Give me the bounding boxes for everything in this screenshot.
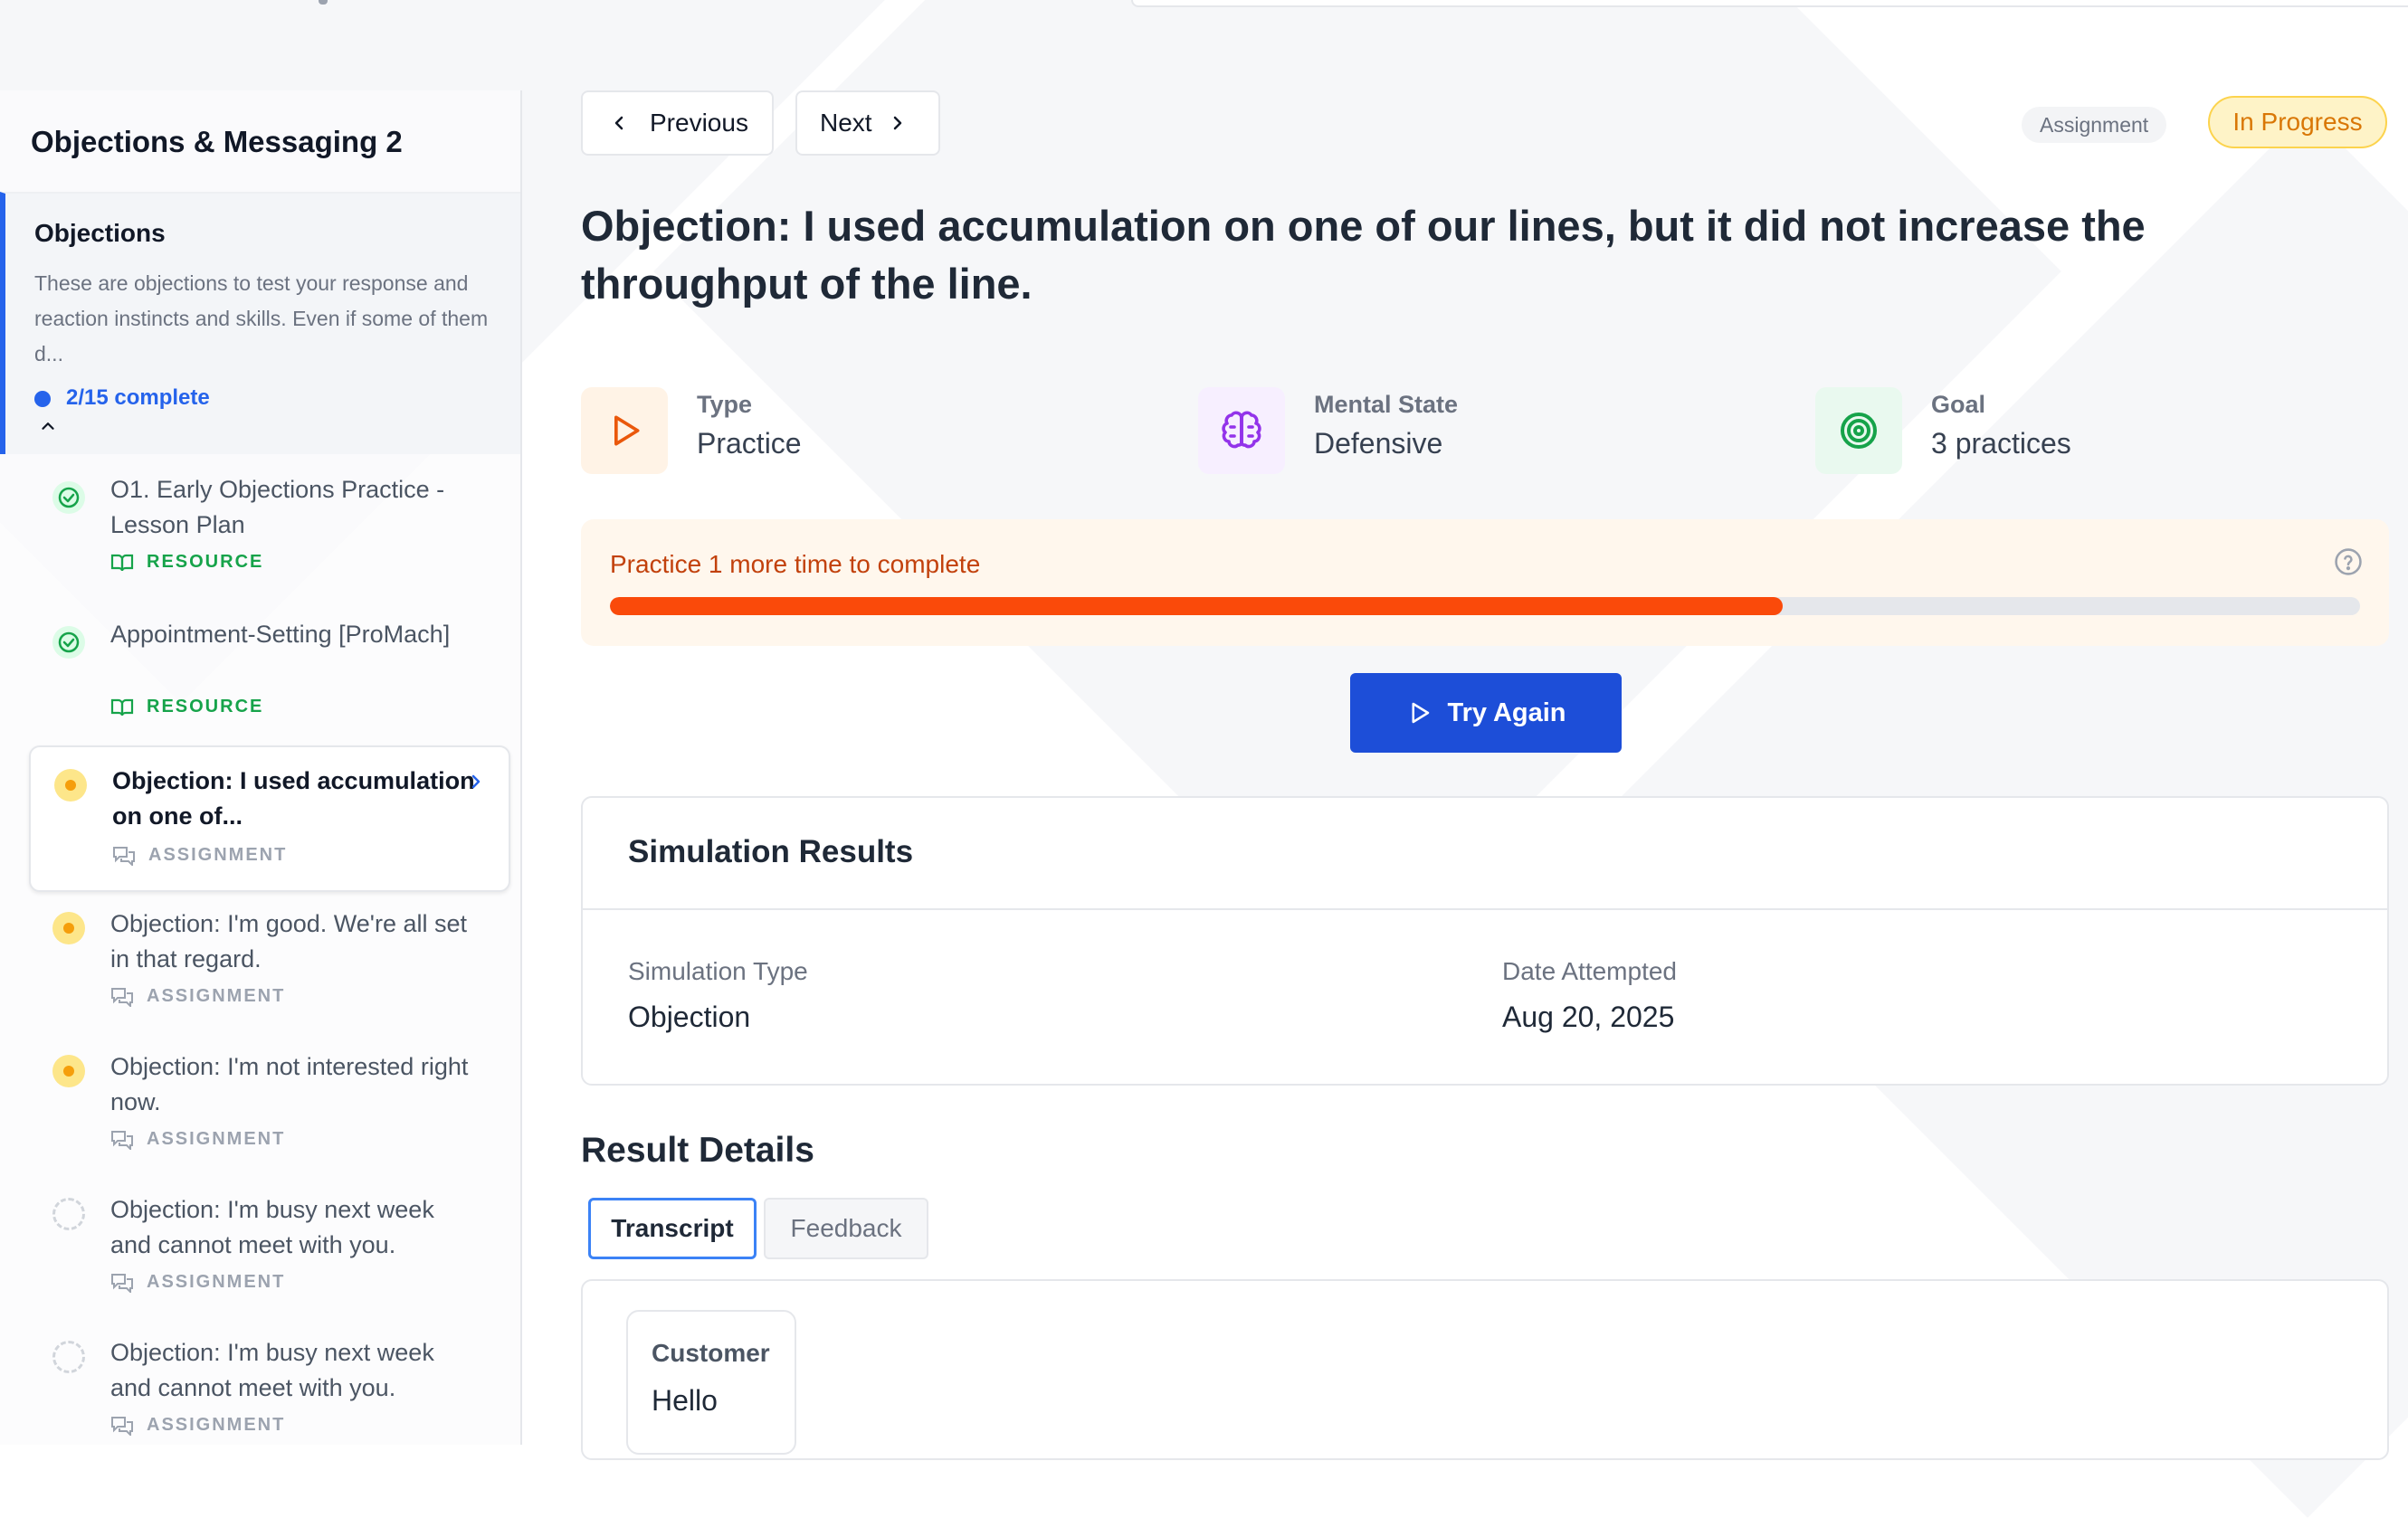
play-icon <box>1412 702 1430 724</box>
simulation-type-label: Simulation Type <box>628 957 808 985</box>
previous-label: Previous <box>650 109 748 137</box>
sidebar-item-label: O1. Early Objections Practice - Lesson P… <box>110 476 445 538</box>
progress-message: Practice 1 more time to complete <box>610 550 981 578</box>
next-button[interactable]: Next <box>795 90 940 156</box>
tag-label: ASSIGNMENT <box>147 1129 286 1149</box>
in-progress-status-icon <box>52 912 85 944</box>
brain-icon <box>1198 387 1285 474</box>
sidebar: Objections & Messaging 2 Objections Thes… <box>0 90 522 1445</box>
sidebar-item-busy-next-week-2[interactable]: Objection: I'm busy next week and cannot… <box>29 1335 507 1444</box>
book-open-icon <box>110 554 134 571</box>
sidebar-item-lesson-plan[interactable]: O1. Early Objections Practice - Lesson P… <box>29 472 507 599</box>
practice-progress-card: Practice 1 more time to complete <box>581 519 2389 646</box>
check-circle-icon <box>52 626 85 659</box>
next-label: Next <box>820 109 872 137</box>
tab-transcript[interactable]: Transcript <box>588 1198 757 1259</box>
section-title: Objections <box>34 219 166 247</box>
in-progress-status-icon <box>52 1055 85 1087</box>
tab-feedback[interactable]: Feedback <box>764 1198 928 1259</box>
sidebar-item-appointment-setting[interactable]: Appointment-Setting [ProMach] RESOURCE <box>29 617 507 744</box>
section-description: These are objections to test your respon… <box>34 271 489 365</box>
sidebar-item-tag: RESOURCE <box>110 697 263 717</box>
main-content: Previous Next Assignment In Progress Obj… <box>581 90 2391 1460</box>
sidebar-item-tag: ASSIGNMENT <box>110 1129 285 1150</box>
in-progress-status-icon <box>54 769 87 802</box>
top-bar-mark <box>319 0 328 5</box>
target-icon <box>1815 387 1902 474</box>
simulation-type-value: Objection <box>628 1001 751 1033</box>
meta-mental-state-label: Mental State <box>1314 391 1459 418</box>
chat-icon <box>113 846 135 866</box>
sidebar-item-busy-next-week[interactable]: Objection: I'm busy next week and cannot… <box>29 1192 507 1319</box>
sidebar-item-not-interested[interactable]: Objection: I'm not interested right now.… <box>29 1049 507 1176</box>
chat-icon <box>111 987 133 1007</box>
sidebar-item-label: Objection: I'm good. We're all set in th… <box>110 910 467 972</box>
meta-goal-value: 3 practices <box>1931 427 2071 460</box>
message-text: Hello <box>652 1384 718 1417</box>
tag-label: ASSIGNMENT <box>147 1272 286 1292</box>
section-progress: 2/15 complete <box>66 385 210 410</box>
progress-bar <box>610 597 2360 615</box>
sidebar-item-label: Objection: I'm busy next week and cannot… <box>110 1339 434 1401</box>
sidebar-item-label: Objection: I'm busy next week and cannot… <box>110 1196 434 1258</box>
simulation-results-card: Simulation Results Simulation Type Objec… <box>581 796 2389 1086</box>
meta-type: Type Practice <box>581 387 1124 474</box>
tag-label: RESOURCE <box>147 552 264 572</box>
meta-goal: Goal 3 practices <box>1815 387 2358 474</box>
tag-label: ASSIGNMENT <box>147 1415 286 1435</box>
sidebar-item-label: Objection: I used accumulation on one of… <box>112 767 475 830</box>
chevron-right-icon <box>471 774 481 789</box>
transcript-panel: Customer Hello <box>581 1279 2389 1460</box>
sidebar-item-label: Objection: I'm not interested right now. <box>110 1053 469 1115</box>
simulation-results-title: Simulation Results <box>628 834 914 869</box>
sidebar-item-label: Appointment-Setting [ProMach] <box>110 621 451 648</box>
meta-mental-state: Mental State Defensive <box>1198 387 1741 474</box>
chevron-up-icon[interactable] <box>38 416 58 436</box>
course-title: Objections & Messaging 2 <box>31 125 403 158</box>
try-again-label: Try Again <box>1447 697 1566 727</box>
chat-icon <box>111 1416 133 1436</box>
chevron-right-icon <box>893 116 901 130</box>
section-objections[interactable]: Objections These are objections to test … <box>0 192 520 454</box>
tag-label: RESOURCE <box>147 697 264 716</box>
meta-mental-state-value: Defensive <box>1314 427 1443 460</box>
sidebar-item-accumulation[interactable]: Objection: I used accumulation on one of… <box>29 745 510 892</box>
transcript-message: Customer Hello <box>626 1310 796 1455</box>
message-speaker: Customer <box>652 1339 770 1367</box>
help-circle-icon[interactable] <box>2333 546 2364 577</box>
tag-label: ASSIGNMENT <box>148 845 288 865</box>
status-badge: In Progress <box>2208 96 2387 148</box>
date-attempted-value: Aug 20, 2025 <box>1502 1001 1675 1033</box>
sidebar-item-all-set[interactable]: Objection: I'm good. We're all set in th… <box>29 906 507 1033</box>
page-title: Objection: I used accumulation on one of… <box>581 202 2146 308</box>
previous-button[interactable]: Previous <box>581 90 774 156</box>
check-circle-icon <box>52 481 85 514</box>
progress-bar-fill <box>610 597 1783 615</box>
chat-icon <box>111 1130 133 1150</box>
progress-dot-icon <box>34 391 51 407</box>
chevron-left-icon <box>614 116 623 130</box>
book-open-icon <box>110 698 134 716</box>
tag-label: ASSIGNMENT <box>147 986 286 1006</box>
result-details-title: Result Details <box>581 1131 814 1170</box>
sidebar-item-tag: RESOURCE <box>110 552 263 573</box>
chat-icon <box>111 1273 133 1293</box>
sidebar-item-tag: ASSIGNMENT <box>110 1415 285 1436</box>
meta-type-value: Practice <box>697 427 802 460</box>
not-started-status-icon <box>52 1198 85 1230</box>
meta-type-label: Type <box>697 391 753 418</box>
top-search-bar[interactable] <box>1131 0 2408 7</box>
sidebar-item-tag: ASSIGNMENT <box>110 1272 285 1293</box>
assignment-badge: Assignment <box>2022 107 2167 143</box>
try-again-button[interactable]: Try Again <box>1350 673 1622 753</box>
sidebar-item-tag: ASSIGNMENT <box>110 986 285 1007</box>
play-icon <box>581 387 668 474</box>
date-attempted-label: Date Attempted <box>1502 957 1678 985</box>
sidebar-item-tag: ASSIGNMENT <box>112 845 287 866</box>
divider <box>583 908 2387 910</box>
meta-goal-label: Goal <box>1931 391 1986 418</box>
not-started-status-icon <box>52 1341 85 1373</box>
